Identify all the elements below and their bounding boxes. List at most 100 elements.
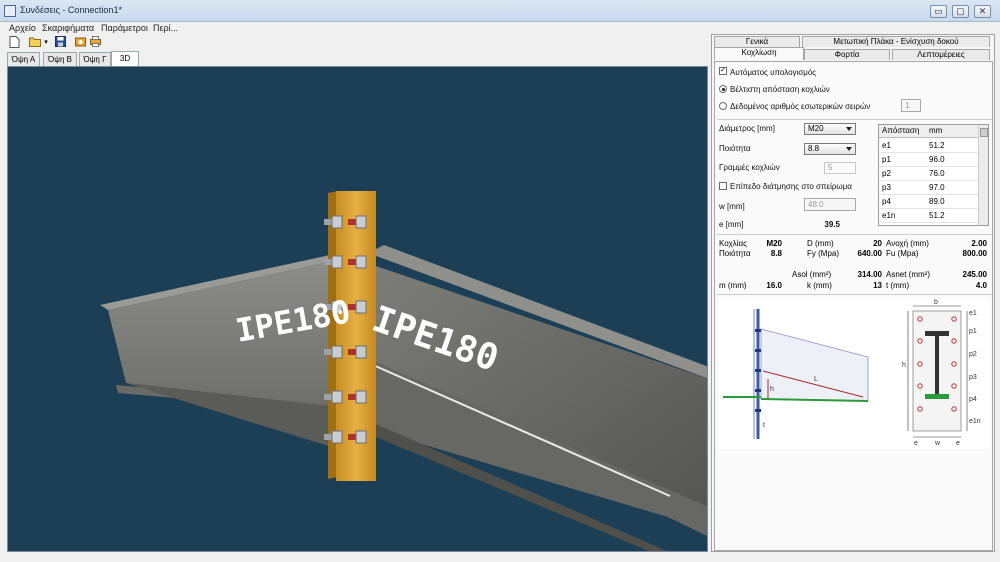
diagram-label: w xyxy=(934,440,941,447)
close-button[interactable]: ✕ xyxy=(974,5,991,18)
res-fy-value: 640.00 xyxy=(857,249,882,258)
e-value: 39.5 xyxy=(824,220,840,229)
res-asnet-label: Asnet (mm²) xyxy=(886,270,930,279)
bolt-head xyxy=(331,345,343,359)
diagram-label: e xyxy=(914,440,918,447)
bolt-head xyxy=(331,215,343,229)
new-icon[interactable] xyxy=(8,36,21,49)
optimal-spacing-radio[interactable] xyxy=(719,85,727,93)
bolt-rows-value: 5 xyxy=(828,163,833,172)
res-m-label: m (mm) xyxy=(719,281,747,290)
threaded-plane-checkbox[interactable] xyxy=(719,182,727,190)
tab-view-a[interactable]: Όψη Α xyxy=(7,52,40,66)
given-rows-radio[interactable] xyxy=(719,102,727,110)
divider xyxy=(717,234,992,235)
3d-scene: IPE180 IPE180 xyxy=(100,191,707,551)
table-cell[interactable]: 89.0 xyxy=(926,195,978,209)
table-cell: p2 xyxy=(879,167,926,181)
open-dropdown-icon[interactable]: ▾ xyxy=(43,36,49,49)
diagram-label: e xyxy=(956,440,960,447)
tab-3d[interactable]: 3D xyxy=(111,51,139,67)
table-cell[interactable]: 76.0 xyxy=(926,167,978,181)
table-header: mm xyxy=(926,125,978,138)
print-icon[interactable] xyxy=(89,36,102,49)
save-icon[interactable] xyxy=(54,36,67,49)
bolt-head xyxy=(331,390,343,404)
diagram-label: b xyxy=(934,299,938,306)
w-label: w [mm] xyxy=(719,202,745,211)
res-d-value: 20 xyxy=(873,239,882,248)
connection-sketch: L h t b e1 p1 p2 p3 p4 e1n h e w e xyxy=(723,299,981,447)
bolting-page: ✓ Αυτόματος υπολογισμός Βέλτιστη απόστασ… xyxy=(714,61,993,551)
3d-viewport[interactable]: IPE180 IPE180 xyxy=(7,66,708,552)
menu-sketches[interactable]: Σκαριφήματα xyxy=(42,22,94,35)
quality-select[interactable]: 8.8 xyxy=(804,143,856,155)
diameter-select[interactable]: M20 xyxy=(804,123,856,135)
e-label: e [mm] xyxy=(719,220,744,229)
divider xyxy=(717,119,992,120)
diagram-label: t xyxy=(763,422,765,429)
tab-view-c[interactable]: Όψη Γ xyxy=(79,52,111,66)
res-quality-label: Ποιότητα xyxy=(719,249,751,258)
w-input[interactable]: 48.0 xyxy=(804,198,856,211)
title-bar: Συνδέσεις - Connection1* ▭ ▢ ✕ xyxy=(0,0,1000,22)
diameter-label: Διάμετρος [mm] xyxy=(719,124,775,133)
open-icon[interactable] xyxy=(29,36,42,49)
app-icon xyxy=(4,5,16,17)
quality-label: Ποιότητα xyxy=(719,144,751,153)
auto-calc-label: Αυτόματος υπολογισμός xyxy=(730,68,817,77)
tab-details[interactable]: Λεπτομέρειες xyxy=(892,49,990,60)
tab-bolting[interactable]: Κοχλίωση xyxy=(714,47,804,60)
properties-panel: Γενικά Μετωπική Πλάκα - Ενίσχυση δοκού Κ… xyxy=(711,34,995,552)
menu-file[interactable]: Αρχείο xyxy=(9,22,36,35)
bolt-head xyxy=(355,215,367,229)
diameter-select-value: M20 xyxy=(808,124,824,133)
tab-end-plate[interactable]: Μετωπική Πλάκα - Ενίσχυση δοκού xyxy=(802,36,990,47)
table-scrollbar[interactable] xyxy=(978,125,988,225)
diagram-label: L xyxy=(814,376,818,383)
tab-general[interactable]: Γενικά xyxy=(714,36,800,47)
diagram-label: h xyxy=(770,386,774,393)
diagram-label: p3 xyxy=(969,374,977,381)
res-m-value: 16.0 xyxy=(766,281,782,290)
snapshot-icon[interactable] xyxy=(74,36,87,49)
minimize-button[interactable]: ▭ xyxy=(930,5,947,18)
connection-diagrams: L h t b e1 p1 p2 p3 p4 e1n h e w e xyxy=(718,299,990,449)
threaded-plane-label: Επίπεδο διάτμησης στο σπείρωμα xyxy=(730,182,852,191)
diagram-label: e1n xyxy=(969,418,981,425)
table-cell: p1 xyxy=(879,153,926,167)
res-k-label: k (mm) xyxy=(807,281,832,290)
table-cell: e1n xyxy=(879,209,926,223)
res-asnet-value: 245.00 xyxy=(962,270,987,279)
res-d-label: D (mm) xyxy=(807,239,834,248)
diagram-label: e1 xyxy=(969,310,977,317)
table-cell[interactable]: 51.2 xyxy=(926,209,978,223)
menu-parameters[interactable]: Παράμετροι xyxy=(101,22,148,35)
bolt-head xyxy=(355,300,367,314)
maximize-button[interactable]: ▢ xyxy=(952,5,969,18)
table-cell[interactable]: 96.0 xyxy=(926,153,978,167)
res-fu-label: Fu (Mpa) xyxy=(886,249,919,258)
divider xyxy=(717,294,992,295)
menu-about[interactable]: Περί... xyxy=(153,22,178,35)
bolt-head xyxy=(355,430,367,444)
diagram-label: p2 xyxy=(969,351,977,358)
res-quality-value: 8.8 xyxy=(770,249,782,258)
auto-calc-checkbox[interactable]: ✓ xyxy=(719,67,727,75)
tab-loads[interactable]: Φορτία xyxy=(804,49,890,60)
given-rows-input[interactable]: 1 xyxy=(901,99,921,112)
res-tolerance-label: Ανοχή (mm) xyxy=(886,239,929,248)
tab-view-b[interactable]: Όψη Β xyxy=(43,52,77,66)
window-title: Συνδέσεις - Connection1* xyxy=(20,5,122,15)
table-cell: p3 xyxy=(879,181,926,195)
res-k-value: 13 xyxy=(873,281,882,290)
table-cell[interactable]: 97.0 xyxy=(926,181,978,195)
scroll-thumb[interactable] xyxy=(980,128,988,137)
table-cell[interactable]: 51.2 xyxy=(926,139,978,153)
spacing-table[interactable]: Απόσταση mm e1 51.2 p1 96.0 p2 76.0 p3 9… xyxy=(878,124,989,226)
res-t-value: 4.0 xyxy=(975,281,987,290)
bolt-head xyxy=(331,430,343,444)
res-tolerance-value: 2.00 xyxy=(971,239,987,248)
bolt-rows-stepper[interactable]: 5 xyxy=(824,162,856,174)
given-rows-label: Δεδομένος αριθμός εσωτερικών σειρών xyxy=(730,102,871,111)
